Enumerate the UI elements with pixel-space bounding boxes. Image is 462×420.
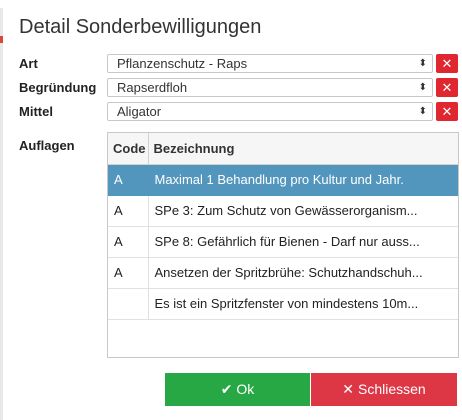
table-row[interactable]: Es ist ein Spritzfenster von mindestens … <box>108 288 458 320</box>
mittel-label: Mittel <box>19 104 53 119</box>
cell-code: A <box>108 164 149 196</box>
cell-bezeichnung: Es ist ein Spritzfenster von mindestens … <box>148 288 458 320</box>
cell-code: A <box>108 195 149 227</box>
close-icon: ✕ <box>441 56 453 71</box>
art-clear-button[interactable]: ✕ <box>436 54 458 73</box>
art-select[interactable]: Pflanzenschutz - Raps ⬍ <box>107 54 433 73</box>
table-row[interactable]: A SPe 8: Gefährlich für Bienen - Darf nu… <box>108 226 458 258</box>
begruendung-clear-button[interactable]: ✕ <box>436 78 458 97</box>
auflagen-table[interactable]: Code Bezeichnung A Maximal 1 Behandlung … <box>107 132 459 358</box>
close-button[interactable]: ✕ Schliessen <box>311 373 457 406</box>
cell-bezeichnung: SPe 8: Gefährlich für Bienen - Darf nur … <box>148 226 458 258</box>
begruendung-select[interactable]: Rapserdfloh ⬍ <box>107 78 433 97</box>
dialog-title: Detail Sonderbewilligungen <box>19 16 262 38</box>
column-header-bezeichnung[interactable]: Bezeichnung <box>148 133 458 165</box>
table-row[interactable]: A SPe 3: Zum Schutz von Gewässerorganism… <box>108 195 458 227</box>
mittel-clear-button[interactable]: ✕ <box>436 102 458 121</box>
mittel-select[interactable]: Aligator ⬍ <box>107 102 433 121</box>
cell-code: A <box>108 226 149 258</box>
column-header-code[interactable]: Code <box>108 133 149 165</box>
mittel-select-value: Aligator <box>117 104 162 119</box>
close-button-label: Schliessen <box>358 381 426 397</box>
select-arrows-icon: ⬍ <box>418 58 427 69</box>
left-edge-marker <box>0 8 3 420</box>
art-select-value: Pflanzenschutz - Raps <box>117 56 248 71</box>
marker-tick <box>0 36 3 43</box>
cell-bezeichnung: Maximal 1 Behandlung pro Kultur und Jahr… <box>148 164 458 196</box>
close-icon: ✕ <box>441 80 453 95</box>
cell-code <box>108 288 149 320</box>
select-arrows-icon: ⬍ <box>418 82 427 93</box>
detail-dialog: Detail Sonderbewilligungen Art Pflanzens… <box>0 0 462 420</box>
begruendung-label: Begründung <box>19 80 97 95</box>
checkmark-icon: ✔ <box>220 381 233 397</box>
begruendung-select-value: Rapserdfloh <box>117 80 188 95</box>
select-arrows-icon: ⬍ <box>418 106 427 117</box>
table-row[interactable]: A Maximal 1 Behandlung pro Kultur und Ja… <box>108 164 458 196</box>
cell-bezeichnung: Ansetzen der Spritzbrühe: Schutzhandschu… <box>148 257 458 289</box>
ok-button-label: Ok <box>236 381 255 397</box>
table-row[interactable]: A Ansetzen der Spritzbrühe: Schutzhandsc… <box>108 257 458 289</box>
close-icon: ✕ <box>441 104 453 119</box>
cell-code: A <box>108 257 149 289</box>
cell-bezeichnung: SPe 3: Zum Schutz von Gewässerorganism..… <box>148 195 458 227</box>
auflagen-label: Auflagen <box>19 138 75 153</box>
art-label: Art <box>19 56 38 71</box>
table-header-row: Code Bezeichnung <box>108 133 458 165</box>
close-icon: ✕ <box>342 381 355 397</box>
ok-button[interactable]: ✔ Ok <box>165 373 310 406</box>
